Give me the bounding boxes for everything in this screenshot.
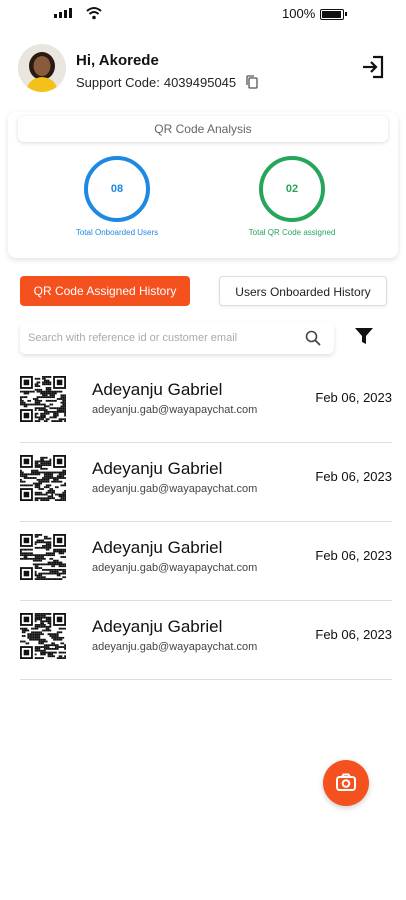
stat-circle: 02 <box>259 156 325 222</box>
battery-percentage: 100% <box>282 6 316 21</box>
logout-icon[interactable] <box>360 54 386 80</box>
wifi-icon <box>86 7 102 20</box>
list-item[interactable]: Adeyanju Gabriel adeyanju.gab@wayapaycha… <box>20 364 392 443</box>
list-item[interactable]: Adeyanju Gabriel adeyanju.gab@wayapaycha… <box>20 443 392 522</box>
camera-icon <box>336 773 356 791</box>
support-code-value: 4039495045 <box>163 74 237 90</box>
qr-code-icon <box>20 455 66 501</box>
stat-onboarded-users: 08 Total Onboarded Users <box>62 156 172 238</box>
stat-label: Total QR Code assigned <box>248 228 336 237</box>
item-email: adeyanju.gab@wayapaychat.com <box>92 483 258 495</box>
tab-users-onboarded-history[interactable]: Users Onboarded History <box>219 276 387 306</box>
avatar[interactable] <box>18 44 66 92</box>
item-email: adeyanju.gab@wayapaychat.com <box>92 562 258 574</box>
stat-qr-assigned: 02 Total QR Code assigned <box>237 156 347 238</box>
scan-camera-button[interactable] <box>323 760 369 806</box>
item-date: Feb 06, 2023 <box>315 390 392 405</box>
analysis-title: QR Code Analysis <box>18 116 388 142</box>
item-email: adeyanju.gab@wayapaychat.com <box>92 641 258 653</box>
list-item[interactable]: Adeyanju Gabriel adeyanju.gab@wayapaycha… <box>20 601 392 680</box>
support-code-label: Support Code: <box>76 74 160 90</box>
history-list: Adeyanju Gabriel adeyanju.gab@wayapaycha… <box>20 364 392 680</box>
item-name: Adeyanju Gabriel <box>92 380 223 399</box>
support-code-row: Support Code: 4039495045 <box>76 74 260 90</box>
search-box <box>20 322 334 354</box>
battery-icon <box>320 9 347 20</box>
qr-code-icon <box>20 534 66 580</box>
stat-label: Total Onboarded Users <box>75 228 159 237</box>
filter-icon[interactable] <box>354 326 374 346</box>
signal-icon <box>54 7 72 18</box>
search-input[interactable] <box>28 322 298 354</box>
qr-code-icon <box>20 613 66 659</box>
tab-qr-code-assigned-history[interactable]: QR Code Assigned History <box>20 276 190 306</box>
stat-circle: 08 <box>84 156 150 222</box>
item-email: adeyanju.gab@wayapaychat.com <box>92 404 258 416</box>
qr-analysis-card: QR Code Analysis 08 Total Onboarded User… <box>8 112 398 258</box>
item-date: Feb 06, 2023 <box>315 627 392 642</box>
list-item[interactable]: Adeyanju Gabriel adeyanju.gab@wayapaycha… <box>20 522 392 601</box>
greeting: Hi, Akorede <box>76 52 159 69</box>
item-date: Feb 06, 2023 <box>315 548 392 563</box>
status-bar: 100% <box>0 0 406 28</box>
item-name: Adeyanju Gabriel <box>92 538 223 557</box>
item-name: Adeyanju Gabriel <box>92 617 223 636</box>
copy-icon[interactable] <box>244 74 260 90</box>
item-date: Feb 06, 2023 <box>315 469 392 484</box>
qr-code-icon <box>20 376 66 422</box>
search-icon[interactable] <box>304 329 322 347</box>
item-name: Adeyanju Gabriel <box>92 459 223 478</box>
